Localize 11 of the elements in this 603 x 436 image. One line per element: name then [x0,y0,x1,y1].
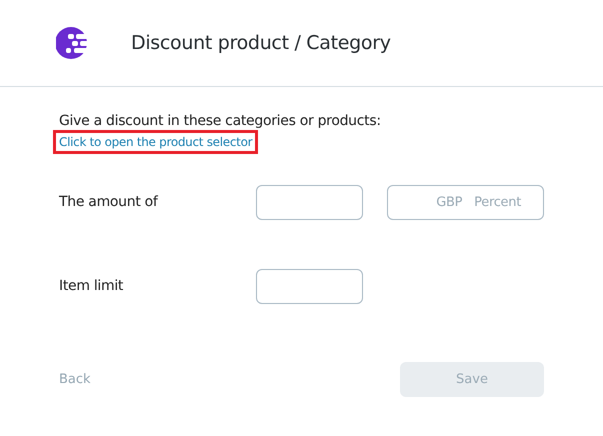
field-label: The amount of [59,194,159,210]
product-selector-link[interactable]: Click to open the product selector [53,130,258,154]
back-link[interactable]: Back [59,372,91,387]
unit-toggle[interactable]: GBP Percent [387,184,544,220]
input-field[interactable] [256,268,363,304]
unit-option[interactable]: Percent [472,194,523,210]
unit-option[interactable]: GBP [434,194,464,210]
input-field[interactable] [256,184,363,220]
page-title: Discount product / Category [131,32,391,54]
prompt-text: Give a discount in these categories or products: [59,113,381,129]
field-label: Item limit [59,278,124,294]
